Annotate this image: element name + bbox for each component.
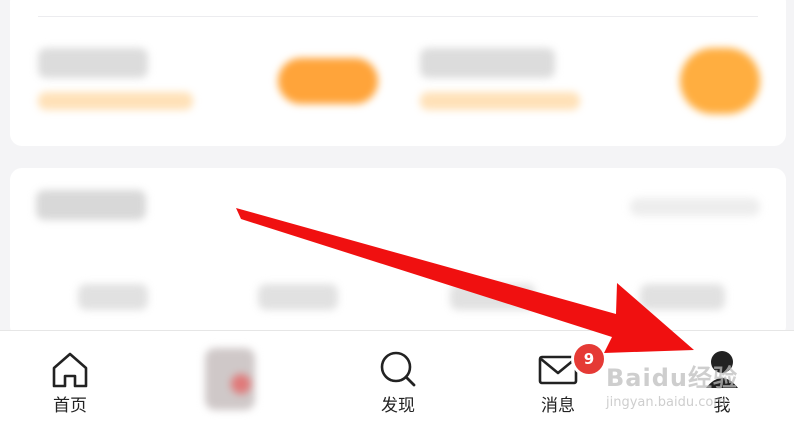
blurred-subtitle-1 — [38, 92, 193, 110]
tab-discover[interactable]: 发现 — [358, 348, 438, 424]
tab-center-avatar[interactable] — [190, 348, 270, 424]
blurred-title-1 — [38, 48, 148, 78]
baidu-jingyan-watermark: Baidu经验 jingyan.baidu.com — [606, 358, 786, 418]
blurred-action-button-1[interactable] — [278, 58, 378, 104]
blurred-section-title — [36, 190, 146, 220]
tab-home-label: 首页 — [53, 396, 87, 416]
tab-messages-label: 消息 — [541, 396, 575, 416]
divider — [38, 16, 758, 17]
blurred-title-2 — [420, 48, 555, 78]
blurred-grid-item-2[interactable] — [258, 284, 338, 310]
blurred-section-more[interactable] — [630, 198, 760, 216]
blurred-subtitle-2 — [420, 92, 580, 110]
tab-home[interactable]: 首页 — [30, 348, 110, 424]
message-badge: 9 — [571, 341, 607, 377]
search-icon — [380, 351, 416, 387]
blurred-grid-item-3[interactable] — [450, 284, 535, 310]
blurred-grid-item-4[interactable] — [640, 284, 725, 310]
tab-discover-label: 发现 — [381, 396, 415, 416]
home-icon — [52, 352, 88, 388]
blurred-grid-item-1[interactable] — [78, 284, 148, 310]
avatar — [205, 348, 255, 410]
watermark-url: jingyan.baidu.com — [606, 395, 726, 410]
blurred-action-button-2[interactable] — [680, 48, 760, 114]
watermark-brand: Baidu经验 — [606, 364, 738, 392]
